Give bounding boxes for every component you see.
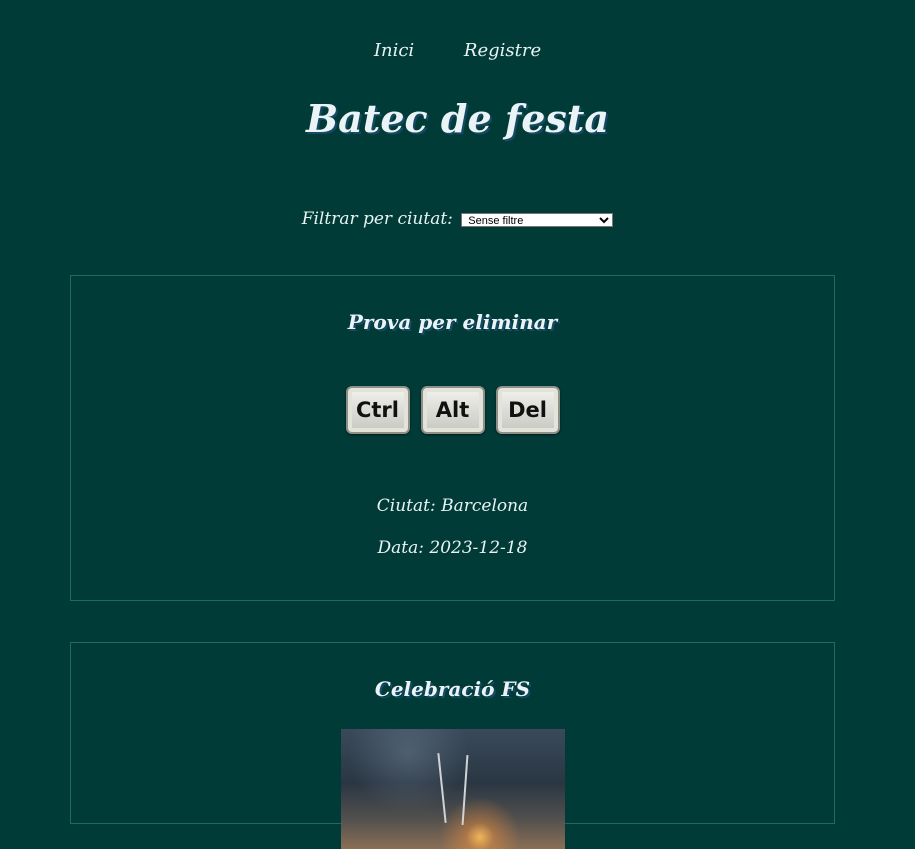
- event-title: Prova per eliminar: [347, 310, 558, 334]
- ctrl-key-image: Ctrl: [345, 386, 410, 434]
- event-card: Prova per eliminar Ctrl Alt Del Ciutat: …: [70, 275, 835, 601]
- alt-key-image: Alt: [420, 386, 485, 434]
- sparkler-stick: [436, 753, 447, 823]
- event-card: Celebració FS: [70, 642, 835, 849]
- city-filter: Filtrar per ciutat: Sense filtre: [0, 209, 915, 229]
- city-filter-select[interactable]: Sense filtre: [461, 212, 614, 227]
- top-nav: Inici Registre: [0, 40, 915, 61]
- event-title: Celebració FS: [374, 677, 531, 701]
- page-title: Batec de festa: [306, 96, 609, 141]
- sparkler-stick: [461, 755, 468, 825]
- del-key-image: Del: [495, 386, 560, 434]
- event-image: Ctrl Alt Del: [71, 386, 834, 434]
- event-date: Data: 2023-12-18: [377, 538, 528, 558]
- event-city: Ciutat: Barcelona: [376, 496, 529, 516]
- nav-link-home[interactable]: Inici: [374, 40, 414, 61]
- nav-link-register[interactable]: Registre: [464, 40, 541, 61]
- city-filter-label: Filtrar per ciutat:: [301, 209, 453, 229]
- sparkler-photo: [340, 729, 565, 849]
